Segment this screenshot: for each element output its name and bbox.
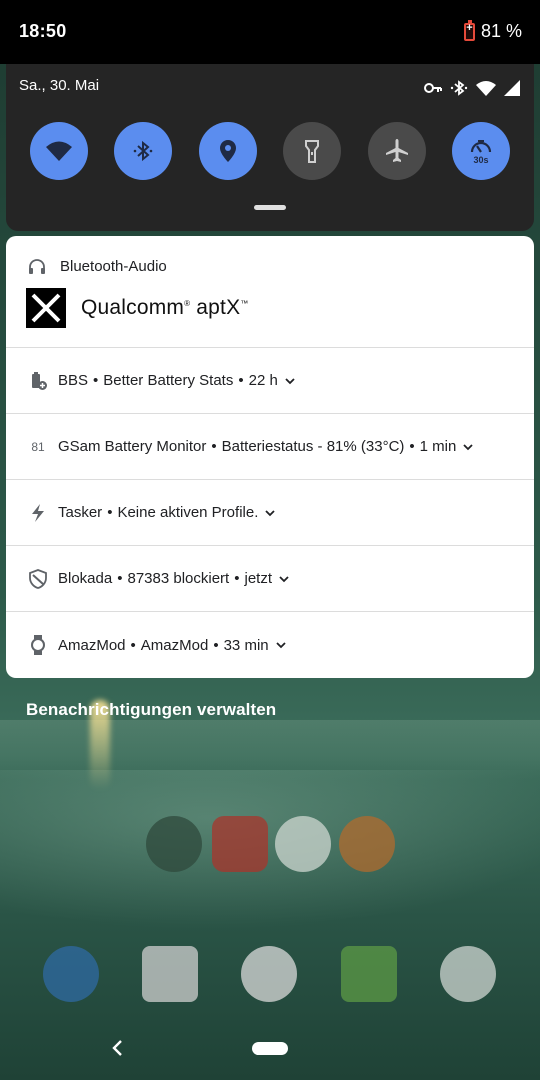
- qs-status-icons: [424, 79, 520, 97]
- back-chevron-icon[interactable]: [108, 1038, 128, 1058]
- cell-signal-icon: [504, 80, 520, 96]
- timer-label: 30s: [473, 155, 488, 165]
- qs-tiles: 30s: [30, 122, 510, 180]
- row-content: Better Battery Stats: [103, 372, 234, 389]
- notification-amazmod[interactable]: AmazMod • AmazMod • 33 min: [6, 612, 534, 678]
- tile-screen-timeout[interactable]: 30s: [451, 122, 510, 180]
- chevron-down-icon[interactable]: [284, 375, 296, 387]
- play-store-app-icon[interactable]: [341, 946, 397, 1002]
- wallpaper-shore: [0, 770, 540, 930]
- row-app: Tasker: [58, 504, 103, 521]
- row-app: BBS: [58, 372, 89, 389]
- tile-location[interactable]: [198, 122, 257, 180]
- row-content: Batteriestatus - 81% (33°C): [221, 438, 405, 455]
- status-bar: 18:50 81 %: [0, 0, 540, 64]
- airplane-icon: [385, 139, 408, 162]
- wallpaper: [0, 680, 540, 1080]
- tile-bluetooth[interactable]: [114, 122, 173, 180]
- battery-charging-icon: [463, 19, 475, 41]
- wifi-signal-icon: [476, 81, 496, 96]
- home-pill[interactable]: [252, 1042, 288, 1055]
- flashlight-icon: [305, 140, 320, 163]
- tile-airplane[interactable]: [367, 122, 426, 180]
- watch-icon: [28, 635, 48, 655]
- youtube-app-icon[interactable]: [212, 816, 268, 872]
- headphones-icon: [29, 258, 45, 274]
- shield-icon: [28, 568, 48, 589]
- tile-flashlight[interactable]: [283, 122, 342, 180]
- battery-plus-icon: [28, 371, 48, 391]
- row-time: jetzt: [244, 570, 272, 587]
- notification-bbs[interactable]: BBS • Better Battery Stats • 22 h: [6, 348, 534, 414]
- notification-gsam[interactable]: 81 GSam Battery Monitor • Batteriestatus -…: [6, 414, 534, 480]
- chevron-down-icon[interactable]: [275, 639, 287, 651]
- phone-app-icon[interactable]: [43, 946, 99, 1002]
- chevron-down-icon[interactable]: [278, 573, 290, 585]
- chevron-down-icon[interactable]: [462, 441, 474, 453]
- row-text: Tasker • Keine aktiven Profile.: [58, 504, 259, 521]
- gsam-level-icon: 81: [31, 439, 45, 454]
- bt-title: Bluetooth-Audio: [60, 258, 167, 275]
- row-time: 1 min: [419, 438, 457, 455]
- lightning-icon: [28, 503, 48, 523]
- notification-blokada[interactable]: Blokada • 87383 blockiert • jetzt: [6, 546, 534, 612]
- vpn-key-icon: [424, 83, 442, 93]
- quick-settings-panel: Sa., 30. Mai 30s: [6, 64, 534, 231]
- timer-icon: 30s: [470, 140, 492, 165]
- chevron-down-icon[interactable]: [264, 507, 276, 519]
- qs-date[interactable]: Sa., 30. Mai: [19, 77, 99, 94]
- row-text: GSam Battery Monitor • Batteriestatus - 81…: [58, 438, 457, 455]
- camera-app-icon[interactable]: [440, 946, 496, 1002]
- row-content: Keine aktiven Profile.: [117, 504, 259, 521]
- status-time: 18:50: [19, 21, 67, 41]
- gmail-app-icon[interactable]: [142, 946, 198, 1002]
- status-right: 81 %: [463, 19, 522, 42]
- bluetooth-connected-icon: [450, 80, 468, 96]
- aptx-brand-text: Qualcomm® aptX™: [81, 296, 249, 319]
- location-pin-icon: [219, 140, 236, 162]
- manage-notifications-link[interactable]: Benachrichtigungen verwalten: [26, 700, 276, 720]
- bluetooth-icon: [134, 140, 153, 162]
- row-time: 22 h: [248, 372, 278, 389]
- calculator-app-icon[interactable]: [339, 816, 395, 872]
- row-content: 87383 blockiert: [127, 570, 230, 587]
- row-text: AmazMod • AmazMod • 33 min: [58, 636, 269, 654]
- row-text: Blokada • 87383 blockiert • jetzt: [58, 570, 272, 587]
- notification-bluetooth-audio[interactable]: Bluetooth-Audio Qualcomm® aptX™: [6, 236, 534, 348]
- row-time: 33 min: [223, 636, 269, 654]
- aptx-logo-icon: [26, 288, 66, 328]
- battery-percent: 81 %: [480, 21, 522, 41]
- row-app: AmazMod: [58, 636, 126, 654]
- tile-wifi[interactable]: [30, 122, 88, 180]
- bt-header: Bluetooth-Audio: [28, 258, 167, 275]
- music-app-icon[interactable]: [146, 816, 202, 872]
- aptx-brand: Qualcomm: [81, 296, 185, 319]
- row-content: AmazMod: [140, 636, 209, 654]
- launcher-app-icon[interactable]: [275, 816, 331, 872]
- row-app: GSam Battery Monitor: [58, 438, 207, 455]
- apps-drawer-icon[interactable]: [241, 946, 297, 1002]
- wifi-icon: [46, 141, 72, 161]
- notification-tasker[interactable]: Tasker • Keine aktiven Profile.: [6, 480, 534, 546]
- qs-drag-handle[interactable]: [254, 205, 286, 210]
- row-app: Blokada: [58, 570, 113, 587]
- row-text: BBS • Better Battery Stats • 22 h: [58, 372, 278, 389]
- aptx-suffix: aptX: [196, 296, 241, 319]
- notification-card: Bluetooth-Audio Qualcomm® aptX™ BBS • Bett…: [6, 236, 534, 678]
